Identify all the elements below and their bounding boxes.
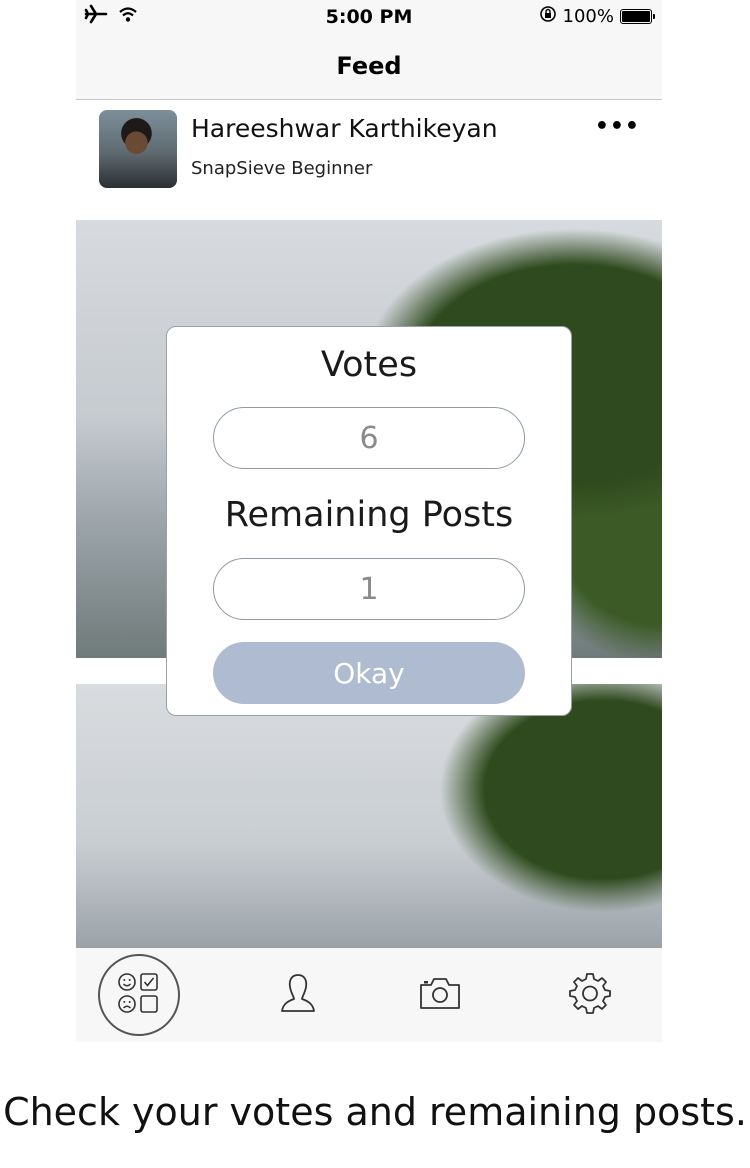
- avatar[interactable]: [99, 110, 177, 188]
- feed-icon: [116, 970, 162, 1020]
- votes-value-field: 6: [213, 407, 525, 469]
- tab-camera[interactable]: [390, 948, 490, 1042]
- caption-text: Check your votes and remaining posts.: [3, 1090, 747, 1134]
- status-right: 100%: [539, 5, 655, 28]
- remaining-posts-value-field: 1: [213, 558, 525, 620]
- more-options-icon[interactable]: •••: [595, 114, 640, 139]
- tab-profile[interactable]: [248, 948, 348, 1042]
- tab-settings[interactable]: [540, 948, 640, 1042]
- votes-label: Votes: [320, 345, 418, 385]
- okay-button[interactable]: Okay: [213, 642, 525, 704]
- remaining-posts-label: Remaining Posts: [224, 495, 514, 535]
- navigation-bar: Feed: [76, 34, 662, 100]
- post-header: Hareeshwar Karthikeyan SnapSieve Beginne…: [76, 100, 662, 218]
- tab-feed[interactable]: [86, 948, 192, 1042]
- status-bar: 5:00 PM 100%: [76, 0, 662, 34]
- battery-percent: 100%: [562, 6, 614, 27]
- selected-tab-ring: [98, 954, 180, 1036]
- camera-icon: [417, 975, 463, 1015]
- settings-icon: [568, 971, 612, 1019]
- stats-dialog: Votes 6 Remaining Posts 1 Okay: [166, 326, 572, 716]
- battery-icon: [620, 9, 655, 24]
- user-level: SnapSieve Beginner: [191, 158, 373, 179]
- profile-icon: [278, 971, 318, 1019]
- orientation-lock-icon: [539, 5, 557, 28]
- page-title: Feed: [336, 52, 402, 80]
- post-photo[interactable]: [76, 684, 662, 948]
- user-name[interactable]: Hareeshwar Karthikeyan: [191, 114, 498, 143]
- tab-bar: [76, 948, 662, 1042]
